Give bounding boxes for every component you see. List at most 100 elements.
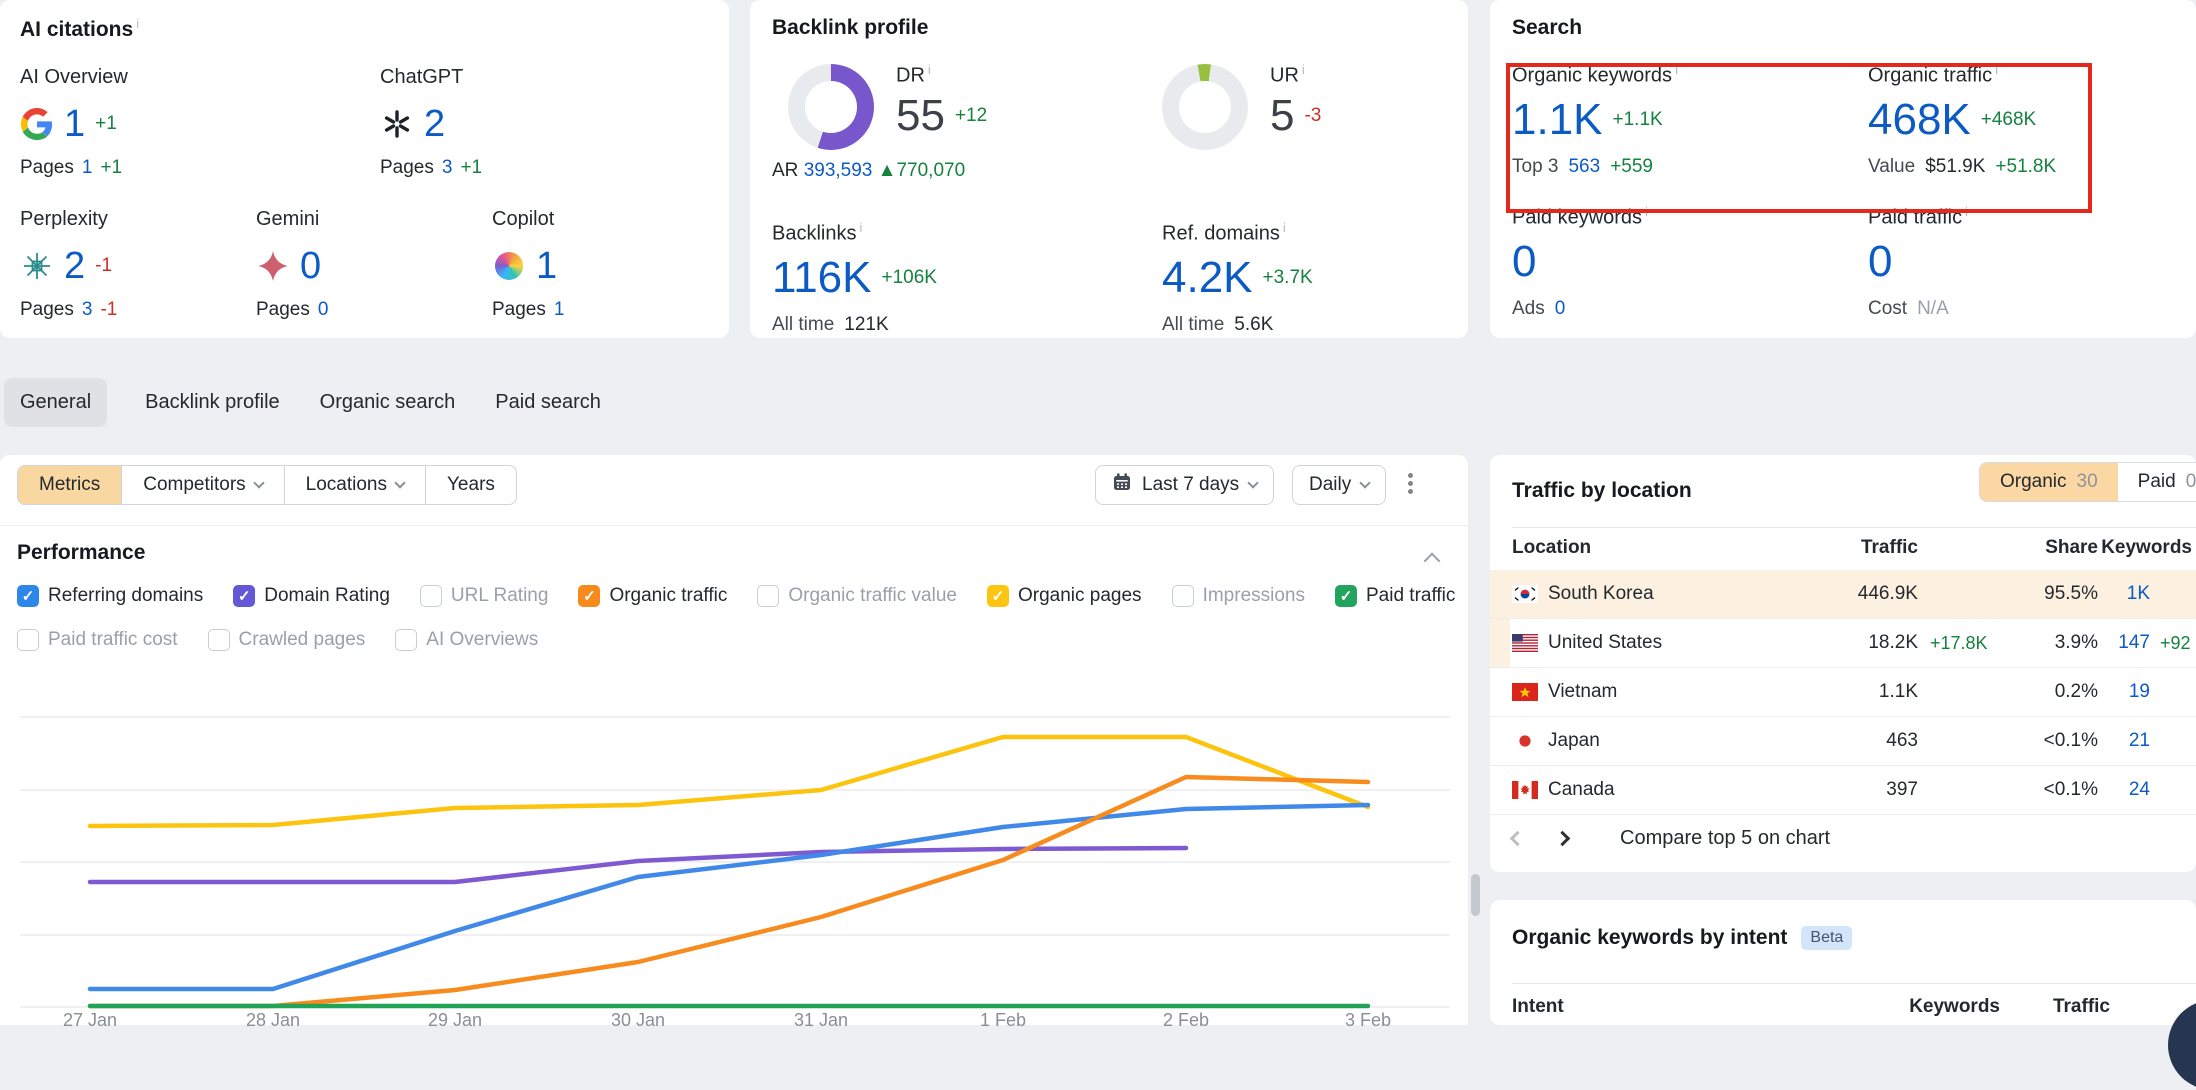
granularity-button[interactable]: Daily (1292, 465, 1386, 505)
keywords-link[interactable]: 1K (2098, 583, 2150, 605)
metric-paid-traffic[interactable]: ✓Paid traffic (1335, 585, 1455, 607)
col-traffic: Traffic (2000, 996, 2110, 1018)
checkbox-icon: ✓ (987, 585, 1009, 607)
paid-traffic-value[interactable]: 0 (1868, 240, 1892, 284)
metric-ai-overviews[interactable]: AI Overviews (395, 629, 538, 651)
keywords-by-intent-title: Organic keywords by intent (1512, 926, 1787, 950)
pages-label: Pages (256, 299, 310, 321)
metric-paid-traffic-cost[interactable]: Paid traffic cost (17, 629, 178, 651)
organic-traffic-value[interactable]: 468K (1868, 98, 1971, 142)
paid-traffic-label: Paid traffici (1868, 204, 1968, 230)
col-keywords: Keywords (2098, 537, 2192, 559)
chart-x-axis-labels: 27 Jan28 Jan29 Jan30 Jan31 Jan1 Feb2 Feb… (0, 1010, 1468, 1025)
date-range-button[interactable]: Last 7 days (1095, 465, 1274, 505)
search-card: Search Organic keywordsi 1.1K +1.1K Top … (1490, 0, 2196, 338)
filter-competitors[interactable]: Competitors (122, 466, 284, 504)
keywords-link[interactable]: 21 (2098, 730, 2150, 752)
copilot-value: 1 (536, 247, 557, 285)
calendar-icon (1112, 472, 1132, 498)
flag-vietnam-icon (1512, 683, 1538, 701)
paid-keywords-value[interactable]: 0 (1512, 240, 1536, 284)
filter-years[interactable]: Years (426, 466, 516, 504)
backlinks-delta: +106K (882, 267, 937, 289)
toggle-organic[interactable]: Organic 30 (1980, 463, 2118, 501)
ref-domains-value[interactable]: 4.2K (1162, 256, 1253, 300)
chevron-down-icon (253, 477, 264, 488)
toggle-paid[interactable]: Paid 0 (2118, 463, 2196, 501)
filter-segmented-control: Metrics Competitors Locations Years (17, 465, 517, 505)
col-location: Location (1512, 537, 1828, 559)
traffic-by-location-title: Traffic by location (1512, 479, 1692, 503)
ai-overview-stat: AI Overview 1 +1 Pages1+1 (20, 66, 380, 179)
keywords-link[interactable]: 147 (2098, 632, 2150, 654)
organic-keywords-stat: Organic keywordsi 1.1K +1.1K Top 3 563 +… (1512, 62, 1678, 178)
perplexity-icon (20, 249, 54, 283)
tab-general[interactable]: General (4, 378, 107, 427)
metric-organic-pages[interactable]: ✓Organic pages (987, 585, 1142, 607)
backlinks-label: Backlinksi (772, 220, 937, 246)
organic-traffic-label: Organic traffici (1868, 62, 2056, 88)
next-page-icon[interactable] (1555, 831, 1571, 847)
metric-crawled-pages[interactable]: Crawled pages (208, 629, 366, 651)
metric-organic-traffic-value[interactable]: Organic traffic value (757, 585, 957, 607)
filter-metrics[interactable]: Metrics (18, 466, 122, 504)
keywords-link[interactable]: 24 (2098, 779, 2150, 801)
organic-paid-toggle: Organic 30 Paid 0 (1979, 462, 2196, 502)
scrollbar-thumb[interactable] (1471, 874, 1480, 916)
table-row-south-korea[interactable]: South Korea 446.9K 95.5% 1K (1490, 570, 2196, 619)
pages-value[interactable]: 3 (82, 299, 93, 321)
prev-page-icon[interactable] (1510, 831, 1526, 847)
chatgpt-icon (380, 107, 414, 141)
tab-paid-search[interactable]: Paid search (493, 378, 603, 427)
perplexity-delta: -1 (95, 255, 112, 277)
pages-value[interactable]: 3 (442, 157, 453, 179)
backlinks-value[interactable]: 116K (772, 256, 872, 300)
gemini-label: Gemini (256, 208, 492, 231)
perplexity-value: 2 (64, 247, 85, 285)
metric-referring-domains[interactable]: ✓Referring domains (17, 585, 203, 607)
checkbox-icon (420, 585, 442, 607)
perplexity-label: Perplexity (20, 208, 256, 231)
flag-united-states-icon (1512, 634, 1538, 652)
table-row-vietnam[interactable]: Vietnam 1.1K 0.2% 19 (1490, 668, 2196, 717)
pages-label: Pages (380, 157, 434, 179)
more-options-icon[interactable] (1408, 473, 1413, 494)
overview-tabbar: General Backlink profile Organic search … (4, 378, 603, 427)
dr-label: DRi (896, 62, 987, 88)
dr-value: 55 (896, 94, 945, 138)
metric-url-rating[interactable]: URL Rating (420, 585, 549, 607)
table-row-japan[interactable]: Japan 463 <0.1% 21 (1490, 717, 2196, 766)
metric-domain-rating[interactable]: ✓Domain Rating (233, 585, 390, 607)
performance-panel: Metrics Competitors Locations Years Last… (0, 455, 1468, 1025)
filter-locations[interactable]: Locations (285, 466, 426, 504)
keywords-link[interactable]: 19 (2098, 681, 2150, 703)
ur-value: 5 (1270, 94, 1294, 138)
tab-organic-search[interactable]: Organic search (318, 378, 458, 427)
pages-value[interactable]: 0 (318, 299, 329, 321)
metric-organic-traffic[interactable]: ✓Organic traffic (578, 585, 727, 607)
gemini-stat: Gemini 0 Pages 0 (256, 208, 492, 321)
ads-value[interactable]: 0 (1555, 298, 1566, 320)
table-row-canada[interactable]: Canada 397 <0.1% 24 (1490, 766, 2196, 815)
checkbox-icon (208, 629, 230, 651)
chatgpt-stat: ChatGPT 2 Pages3+1 (380, 66, 719, 179)
col-share: Share (1918, 537, 2098, 559)
table-row-united-states[interactable]: United States 18.2K +17.8K 3.9% 147 +92 (1490, 619, 2196, 668)
top3-value[interactable]: 563 (1568, 156, 1600, 178)
collapse-section-icon[interactable] (1424, 553, 1441, 570)
location-table-header: Location Traffic Share Keywords (1512, 537, 2196, 559)
performance-line-chart[interactable] (0, 660, 1468, 1025)
checkbox-icon: ✓ (578, 585, 600, 607)
pages-value[interactable]: 1 (82, 157, 93, 179)
beta-badge: Beta (1801, 926, 1852, 950)
organic-keywords-value[interactable]: 1.1K (1512, 98, 1603, 142)
traffic-value-usd: $51.9K (1925, 156, 1985, 178)
gemini-value: 0 (300, 247, 321, 285)
gemini-icon (256, 249, 290, 283)
tab-backlink-profile[interactable]: Backlink profile (143, 378, 282, 427)
ref-domains-label: Ref. domainsi (1162, 220, 1313, 246)
metric-impressions[interactable]: Impressions (1172, 585, 1305, 607)
pages-label: Pages (20, 157, 74, 179)
compare-top5-label[interactable]: Compare top 5 on chart (1620, 827, 1830, 850)
pages-value[interactable]: 1 (554, 299, 565, 321)
